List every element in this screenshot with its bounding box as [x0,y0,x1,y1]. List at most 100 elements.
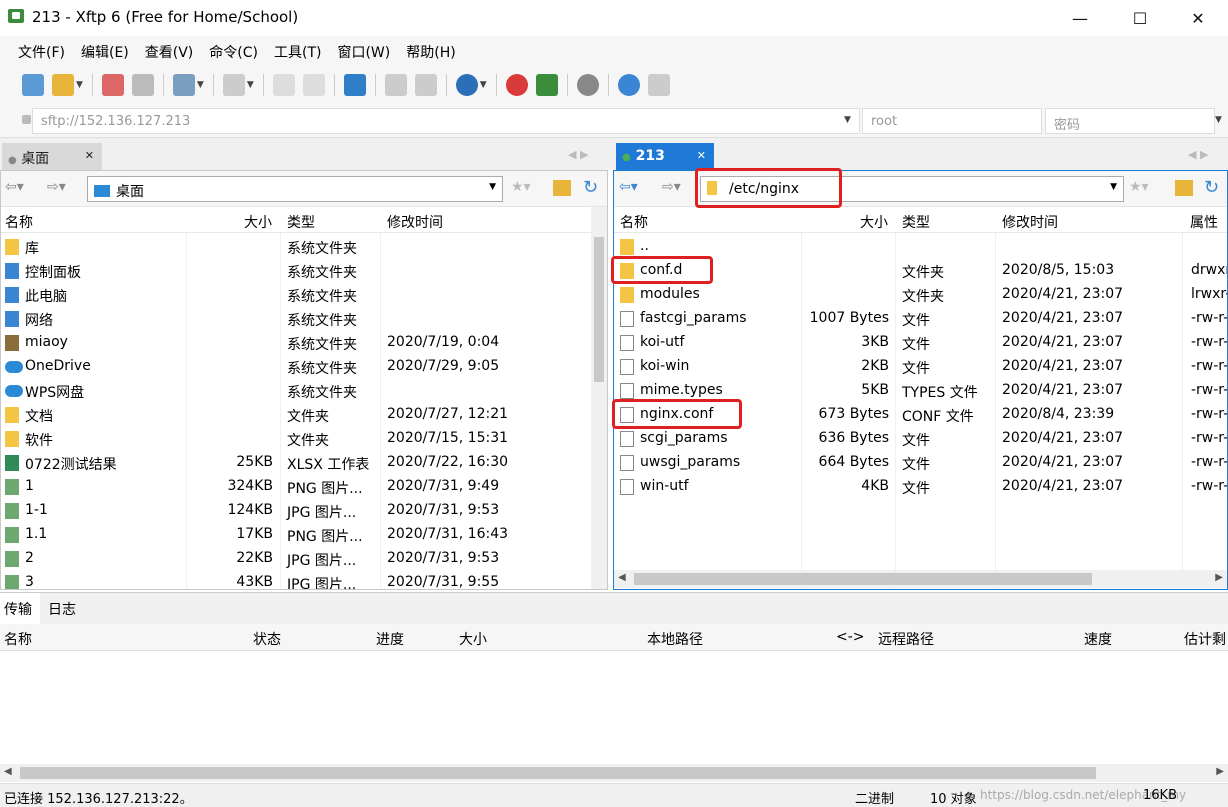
col-speed[interactable]: 速度 [1084,629,1112,649]
col-progress[interactable]: 进度 [376,629,404,649]
paste-icon[interactable] [302,74,325,96]
col-type[interactable]: 类型 [902,212,930,232]
list-item[interactable]: 网络 系统文件夹 [1,307,591,331]
view-icon[interactable] [222,74,245,96]
chevron-down-icon[interactable]: ▼ [844,115,851,125]
list-item[interactable]: koi-win 2KB 文件 2020/4/21, 23:07 -rw-r- [614,355,1227,379]
menu-window[interactable]: 窗口(W) [329,42,398,62]
list-item[interactable]: 此电脑 系统文件夹 [1,283,591,307]
close-button[interactable]: ✕ [1168,0,1228,36]
menu-file[interactable]: 文件(F) [10,42,73,62]
password-input[interactable]: 密码 [1045,108,1215,134]
local-path-input[interactable]: 桌面 ▼ [87,176,503,202]
list-item[interactable]: 库 系统文件夹 [1,235,591,259]
close-icon[interactable]: ✕ [697,149,706,162]
tab-log[interactable]: 日志 [40,593,84,624]
col-eta[interactable]: 估计剩 [1184,629,1226,649]
menu-view[interactable]: 查看(V) [137,42,202,62]
copy-icon[interactable] [272,74,295,96]
local-vertical-scrollbar[interactable] [591,207,607,589]
xftp-icon[interactable] [535,74,558,96]
list-item[interactable]: WPS网盘 系统文件夹 [1,379,591,403]
list-item[interactable]: win-utf 4KB 文件 2020/4/21, 23:07 -rw-r- [614,475,1227,499]
tab-scroll-left-icon[interactable]: ◀ ▶ [568,148,588,161]
menu-tools[interactable]: 工具(T) [266,42,329,62]
tab-transfer[interactable]: 传输 [0,593,40,624]
chat-icon[interactable] [647,74,670,96]
refresh-transfer-icon[interactable] [414,74,437,96]
list-item[interactable]: koi-utf 3KB 文件 2020/4/21, 23:07 -rw-r- [614,331,1227,355]
dropdown-arrow-icon[interactable]: ▼ [480,80,487,90]
star-icon[interactable]: ★▾ [1129,179,1149,195]
col-type[interactable]: 类型 [287,212,315,232]
col-local-path[interactable]: 本地路径 [647,629,703,649]
col-modified[interactable]: 修改时间 [1002,212,1058,232]
chevron-down-icon[interactable]: ▼ [1215,115,1222,125]
col-status[interactable]: 状态 [253,629,281,649]
open-folder-icon[interactable] [52,74,74,96]
list-item[interactable]: scgi_params 636 Bytes 文件 2020/4/21, 23:07 -r… [614,427,1227,451]
list-item[interactable]: 3 43KB JPG 图片... 2020/7/31, 9:55 [1,571,591,589]
home-folder-icon[interactable] [553,180,571,196]
col-modified[interactable]: 修改时间 [387,212,443,232]
menu-help[interactable]: 帮助(H) [398,42,463,62]
tab-remote-213[interactable]: ● 213 ✕ [616,143,714,170]
back-icon[interactable]: ⇦▾ [5,179,24,195]
col-size[interactable]: 大小 [459,629,487,649]
maximize-button[interactable]: ☐ [1110,0,1170,36]
col-direction[interactable]: <-> [836,629,865,645]
dropdown-arrow-icon[interactable]: ▼ [197,80,204,90]
list-item[interactable]: 1-1 124KB JPG 图片... 2020/7/31, 9:53 [1,499,591,523]
col-attributes[interactable]: 属性 [1190,212,1218,232]
chevron-down-icon[interactable]: ▼ [1110,182,1117,192]
globe-icon[interactable] [455,74,478,96]
menu-edit[interactable]: 编辑(E) [73,42,137,62]
host-input[interactable]: sftp://152.136.127.213 [32,108,860,134]
menu-command[interactable]: 命令(C) [201,42,266,62]
disconnect-icon[interactable] [101,74,124,96]
xshell-icon[interactable] [505,74,528,96]
list-item[interactable]: 2 22KB JPG 图片... 2020/7/31, 9:53 [1,547,591,571]
tab-local-desktop[interactable]: ● 桌面 ✕ [2,143,102,170]
help-icon[interactable] [617,74,640,96]
list-item[interactable]: 软件 文件夹 2020/7/15, 15:31 [1,427,591,451]
col-size[interactable]: 大小 [860,212,888,232]
stop-icon[interactable] [384,74,407,96]
list-item[interactable]: miaoy 系统文件夹 2020/7/19, 0:04 [1,331,591,355]
col-name[interactable]: 名称 [620,212,648,232]
forward-icon[interactable]: ⇨▾ [47,179,66,195]
gear-icon[interactable] [576,74,599,96]
list-item[interactable]: 1.1 17KB PNG 图片... 2020/7/31, 16:43 [1,523,591,547]
remote-horizontal-scrollbar[interactable]: ◀ ▶ [614,570,1227,588]
new-session-icon[interactable] [22,74,44,96]
col-size[interactable]: 大小 [244,212,272,232]
reconnect-icon[interactable] [131,74,154,96]
close-icon[interactable]: ✕ [85,149,94,162]
username-input[interactable]: root [862,108,1042,134]
dropdown-arrow-icon[interactable]: ▼ [76,80,83,90]
list-item[interactable]: 控制面板 系统文件夹 [1,259,591,283]
list-item[interactable]: OneDrive 系统文件夹 2020/7/29, 9:05 [1,355,591,379]
forward-icon[interactable]: ⇨▾ [662,179,681,195]
refresh-icon[interactable]: ↻ [1204,177,1219,198]
transfer-icon[interactable] [343,74,366,96]
col-name[interactable]: 名称 [4,629,32,649]
transfer-horizontal-scrollbar[interactable]: ◀ ▶ [0,764,1228,782]
properties-icon[interactable] [172,74,195,96]
minimize-button[interactable]: — [1050,0,1110,36]
list-item[interactable]: 1 324KB PNG 图片... 2020/7/31, 9:49 [1,475,591,499]
list-item[interactable]: 文档 文件夹 2020/7/27, 12:21 [1,403,591,427]
list-item[interactable]: 0722测试结果 25KB XLSX 工作表 2020/7/22, 16:30 [1,451,591,475]
list-item[interactable]: uwsgi_params 664 Bytes 文件 2020/4/21, 23:07 -… [614,451,1227,475]
list-item[interactable]: modules 文件夹 2020/4/21, 23:07 lrwxr- [614,283,1227,307]
chevron-down-icon[interactable]: ▼ [489,182,496,192]
refresh-icon[interactable]: ↻ [583,177,598,198]
dropdown-arrow-icon[interactable]: ▼ [247,80,254,90]
home-folder-icon[interactable] [1175,180,1193,196]
col-name[interactable]: 名称 [5,212,33,232]
list-item[interactable]: fastcgi_params 1007 Bytes 文件 2020/4/21, 23:… [614,307,1227,331]
col-remote-path[interactable]: 远程路径 [878,629,934,649]
tab-scroll-right-icon[interactable]: ◀ ▶ [1188,148,1208,161]
back-icon[interactable]: ⇦▾ [619,179,638,195]
star-icon[interactable]: ★▾ [511,179,531,195]
